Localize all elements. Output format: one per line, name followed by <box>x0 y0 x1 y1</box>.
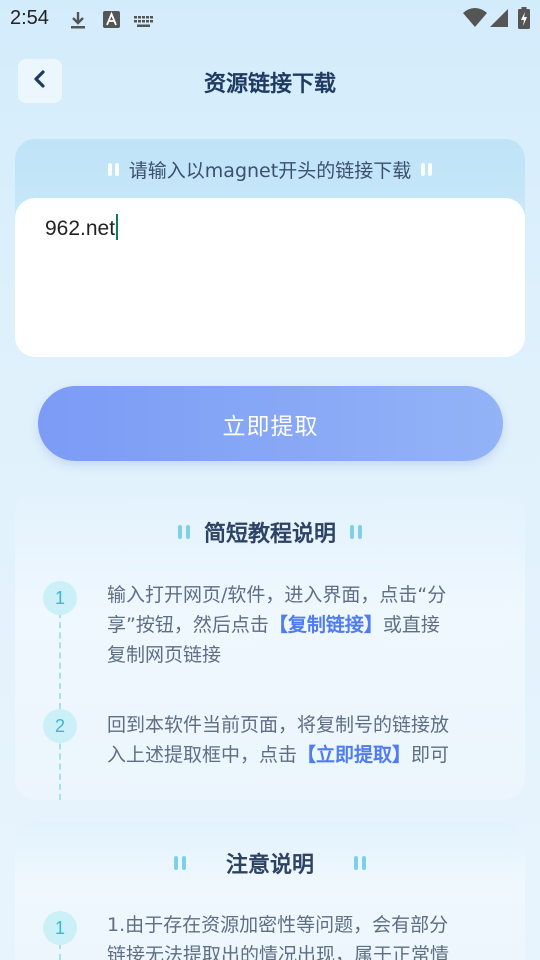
download-icon <box>68 10 88 34</box>
status-bar: 2:54 <box>0 0 540 38</box>
link-input-field[interactable]: 962.net <box>15 198 525 357</box>
notice-title: 注意说明 <box>225 853 314 878</box>
bar-decoration-icon <box>177 525 190 539</box>
step-number-badge: 2 <box>43 709 77 743</box>
notice-card: 注意说明 1 1.由于存在资源加密性等问题，会有部分 链接无法提取出的情况出现，… <box>15 822 525 960</box>
step-2-line-2: 入上述提取框中，点击 <box>107 744 298 766</box>
wifi-icon <box>463 8 487 32</box>
text-caret <box>116 214 119 240</box>
step-number-badge: 1 <box>43 911 77 945</box>
status-time: 2:54 <box>10 7 49 29</box>
text-a-icon <box>103 11 120 32</box>
tutorial-header: 简短教程说明 <box>15 514 525 550</box>
notice-item-1: 1.由于存在资源加密性等问题，会有部分 链接无法提取出的情况出现，属于正常情 <box>107 910 507 960</box>
step-connector-line <box>59 602 61 800</box>
step-2-line-2-end: 即可 <box>411 744 450 766</box>
bar-decoration-icon <box>107 162 119 176</box>
link-input-value: 962.net <box>45 217 116 240</box>
link-input-card: 请输入以magnet开头的链接下载 962.net <box>15 139 525 357</box>
tutorial-card: 简短教程说明 1 输入打开网页/软件，进入界面，点击“分 享”按钮，然后点击【复… <box>15 490 525 800</box>
notice-1-line-1: 1.由于存在资源加密性等问题，会有部分 <box>107 914 449 936</box>
bar-decoration-icon <box>173 856 186 870</box>
battery-icon <box>518 7 530 33</box>
tutorial-step-1: 输入打开网页/软件，进入界面，点击“分 享”按钮，然后点击【复制链接】或直接 复… <box>107 580 507 670</box>
step-2-line-1: 回到本软件当前页面，将复制号的链接放 <box>107 714 450 736</box>
extract-now-highlight: 【立即提取】 <box>297 744 412 766</box>
signal-icon <box>489 8 509 32</box>
page-title: 资源链接下载 <box>203 72 336 97</box>
tutorial-step-2: 回到本软件当前页面，将复制号的链接放 入上述提取框中，点击【立即提取】即可 <box>107 710 507 770</box>
bar-decoration-icon <box>421 162 433 176</box>
notice-header: 注意说明 <box>15 845 525 881</box>
input-hint-row: 请输入以magnet开头的链接下载 <box>15 153 525 185</box>
step-1-line-1: 输入打开网页/软件，进入界面，点击“分 <box>107 584 447 606</box>
step-1-line-2: 享”按钮，然后点击 <box>107 614 269 636</box>
notice-1-line-2: 链接无法提取出的情况出现，属于正常情 <box>107 944 450 960</box>
tutorial-title: 简短教程说明 <box>203 522 336 547</box>
step-number-badge: 1 <box>43 581 77 615</box>
input-hint: 请输入以magnet开头的链接下载 <box>128 159 412 182</box>
bar-decoration-icon <box>354 856 366 870</box>
bar-decoration-icon <box>350 525 362 539</box>
keyboard-icon <box>134 13 154 32</box>
extract-button[interactable]: 立即提取 <box>38 386 503 461</box>
step-1-line-3: 复制网页链接 <box>107 644 222 666</box>
extract-button-label: 立即提取 <box>222 413 319 440</box>
step-1-line-2-end: 或直接 <box>382 614 440 636</box>
copy-link-highlight: 【复制链接】 <box>268 614 383 636</box>
